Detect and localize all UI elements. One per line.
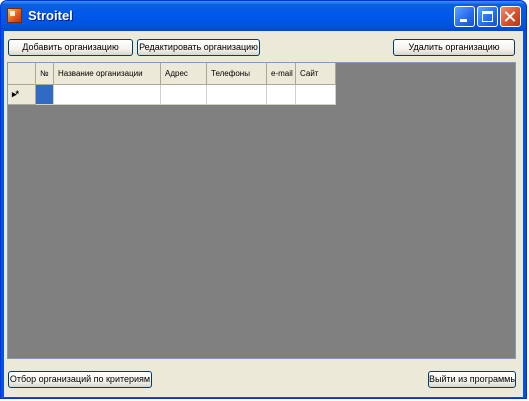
column-header-phones[interactable]: Телефоны — [207, 63, 267, 85]
maximize-icon — [482, 11, 493, 22]
minimize-icon — [460, 19, 467, 22]
grid-corner-header[interactable] — [8, 63, 36, 85]
filter-organizations-button[interactable]: Отбор организаций по критериям — [8, 371, 152, 388]
main-window: Stroitel Добавить организацию Редактиров… — [0, 0, 527, 399]
form-client-area: Добавить организацию Редактировать орган… — [4, 31, 523, 397]
column-header-address[interactable]: Адрес — [161, 63, 207, 85]
add-organization-button[interactable]: Добавить организацию — [8, 39, 133, 56]
app-icon — [7, 8, 22, 23]
new-row-marker-icon: ▸* — [12, 89, 19, 99]
row-header-new-row[interactable]: ▸* — [8, 85, 36, 105]
window-title: Stroitel — [28, 8, 73, 23]
edit-organization-button[interactable]: Редактировать организацию — [137, 39, 260, 56]
cell-number[interactable] — [36, 85, 54, 105]
exit-program-button[interactable]: Выйти из программы — [428, 371, 516, 388]
title-bar[interactable]: Stroitel — [1, 1, 526, 31]
maximize-button[interactable] — [477, 6, 498, 27]
cell-name[interactable] — [54, 85, 161, 105]
column-header-name[interactable]: Название организации — [54, 63, 161, 85]
column-header-email[interactable]: e-mail — [267, 63, 296, 85]
cell-email[interactable] — [267, 85, 296, 105]
close-icon — [501, 7, 520, 26]
delete-organization-button[interactable]: Удалить организацию — [393, 39, 515, 56]
minimize-button[interactable] — [454, 6, 475, 27]
cell-address[interactable] — [161, 85, 207, 105]
column-header-site[interactable]: Сайт — [296, 63, 336, 85]
column-header-number[interactable]: № — [36, 63, 54, 85]
cell-phones[interactable] — [207, 85, 267, 105]
organizations-grid[interactable]: № Название организации Адрес Телефоны e-… — [7, 62, 516, 359]
cell-site[interactable] — [296, 85, 336, 105]
close-button[interactable] — [500, 6, 521, 27]
